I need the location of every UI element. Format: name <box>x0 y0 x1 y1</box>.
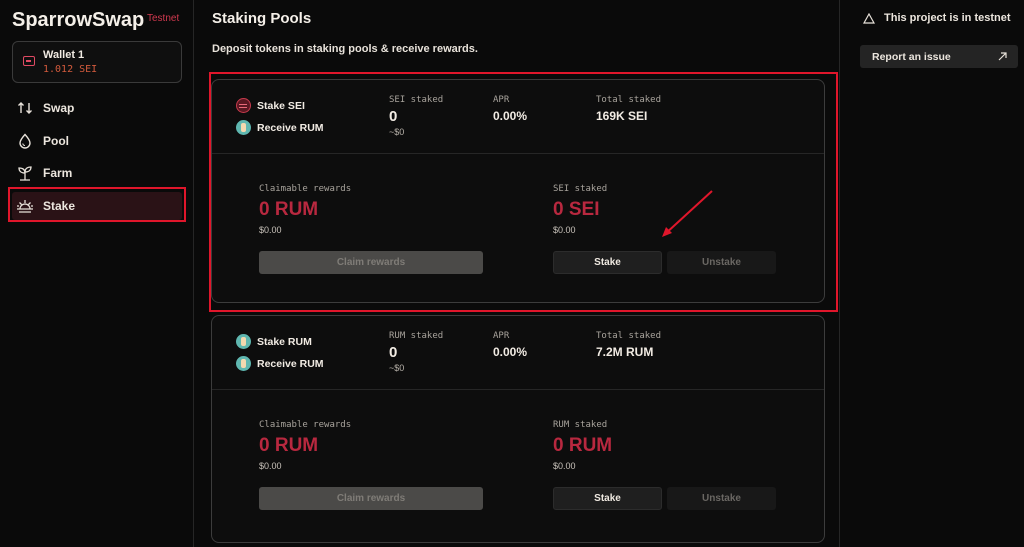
brand-logo[interactable]: SparrowSwap <box>12 9 144 32</box>
nav-label-swap: Swap <box>43 101 75 115</box>
highlight-box-stake-nav <box>8 187 186 222</box>
stake-token-row: Stake RUM <box>236 334 312 349</box>
receive-token-label: Receive RUM <box>257 357 324 370</box>
testnet-notice-text: This project is in testnet <box>884 12 1011 24</box>
nav-label-pool: Pool <box>43 134 69 148</box>
staked-label: RUM staked <box>389 331 444 341</box>
swap-icon <box>16 100 34 116</box>
wallet-name: Wallet 1 <box>43 49 85 61</box>
claimable-usd: $0.00 <box>259 461 282 471</box>
nav-label-farm: Farm <box>43 166 73 180</box>
drop-icon <box>16 133 34 149</box>
network-tag: Testnet <box>147 13 180 24</box>
nav-item-pool[interactable]: Pool <box>12 127 182 155</box>
stake-token-label: Stake RUM <box>257 335 312 348</box>
user-staked-usd: $0.00 <box>553 461 576 471</box>
staked-usd: ~$0 <box>389 363 405 373</box>
annotation-arrow <box>662 190 713 237</box>
unstake-button[interactable]: Unstake <box>667 487 776 510</box>
apr-value: 0.00% <box>493 345 528 359</box>
apr-label: APR <box>493 331 510 341</box>
right-panel: This project is in testnet Report an iss… <box>841 0 1024 547</box>
page-subtitle: Deposit tokens in staking pools & receiv… <box>212 43 478 55</box>
user-staked-value: 0 RUM <box>553 435 613 456</box>
wallet-card[interactable]: Wallet 1 1.012 SEI <box>12 41 182 83</box>
wallet-icon <box>23 56 35 66</box>
warning-icon <box>863 12 875 24</box>
claimable-label: Claimable rewards <box>259 420 352 430</box>
receive-token-row: Receive RUM <box>236 356 324 371</box>
total-staked-value: 7.2M RUM <box>596 345 654 359</box>
total-staked-label: Total staked <box>596 331 662 341</box>
claimable-value: 0 RUM <box>259 435 319 456</box>
wallet-balance: 1.012 SEI <box>43 64 98 75</box>
rum-token-icon <box>236 356 251 371</box>
report-issue-button[interactable]: Report an issue <box>860 45 1018 68</box>
claim-rewards-button[interactable]: Claim rewards <box>259 487 483 510</box>
pool-card-rum: Stake RUM Receive RUM RUM staked 0 ~$0 A… <box>211 315 825 543</box>
page-title: Staking Pools <box>212 10 312 27</box>
rum-token-icon <box>236 334 251 349</box>
external-link-icon <box>998 52 1007 61</box>
highlight-box-pool-card <box>209 72 838 312</box>
sidebar: SparrowSwap Testnet Wallet 1 1.012 SEI S… <box>0 0 194 547</box>
nav-item-swap[interactable]: Swap <box>12 94 182 122</box>
user-staked-label: RUM staked <box>553 420 608 430</box>
main-content: Staking Pools Deposit tokens in staking … <box>194 0 840 547</box>
sprout-icon <box>16 165 34 181</box>
staked-value: 0 <box>389 344 398 361</box>
testnet-notice: This project is in testnet <box>863 12 1011 24</box>
nav-item-farm[interactable]: Farm <box>12 159 182 187</box>
report-issue-label: Report an issue <box>872 50 951 63</box>
stake-button[interactable]: Stake <box>553 487 662 510</box>
